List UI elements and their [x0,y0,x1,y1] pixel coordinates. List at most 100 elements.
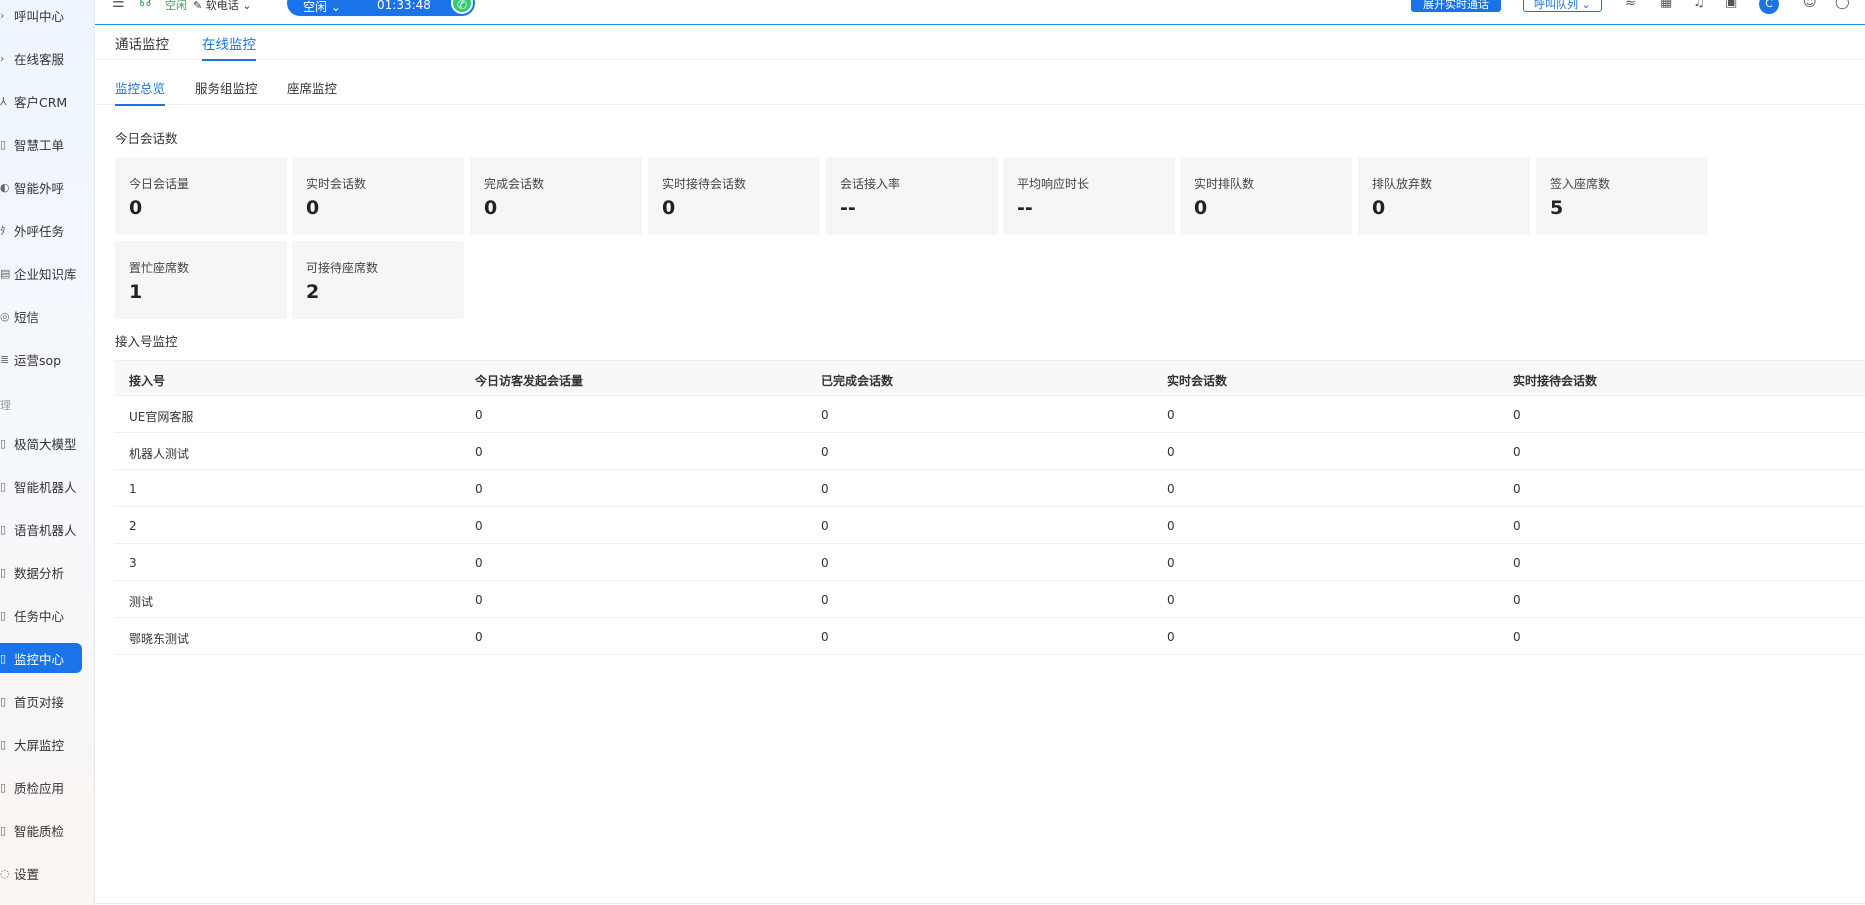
stat-label: 实时接待会话数 [662,177,747,191]
stat-label: 实时排队数 [1194,177,1255,191]
monitor-icon: ▯ [0,651,7,665]
tab-online-monitor[interactable]: 在线监控 [202,33,256,61]
headset-icon: ☊ [139,0,152,10]
status-pill[interactable]: 空闲 ⌄ 01:33:48 ✆ [287,0,475,16]
stat-value: 0 [129,197,143,219]
table-body: UE官网客服 0 0 0 0 机器人测试 0 0 0 0 1 0 0 0 0 2 0 0 0 0 3 0 0 0 0 测试 0 0 0 0… [115,396,1865,655]
table-cell: 鄂晓东测试 [129,632,190,646]
message-icon[interactable]: ▣ [1725,0,1737,10]
sidebar-item-label: 智慧工单 [14,137,65,153]
table-cell: UE官网客服 [129,410,194,424]
call-queue-dropdown[interactable]: 呼叫队列 ⌄ [1523,0,1602,12]
power-icon[interactable]: ◯ [1835,0,1850,10]
stat-card: 实时排队数 0 [1180,157,1352,235]
sidebar-item-home[interactable]: ▯ 首页对接 [0,686,82,716]
sidebar-item-label: 语音机器人 [14,522,77,538]
subtab-service-group[interactable]: 服务组监控 [195,78,258,104]
sidebar-item-label: 短信 [14,309,40,325]
table-cell: 0 [1513,556,1521,570]
table-cell: 机器人测试 [129,447,190,461]
phone-icon: ◐ [0,180,10,194]
table-cell: 测试 [129,595,154,609]
sidebar-item-flow[interactable]: ≣ 运营sop [0,344,82,374]
table-cell: 0 [475,482,483,496]
sidebar-item-label: 外呼任务 [14,223,65,239]
table-cell: 0 [1167,556,1175,570]
phone-icon[interactable]: ✆ [451,0,473,14]
stat-label: 置忙座席数 [129,261,190,275]
wifi-icon[interactable]: ≋ [1625,0,1636,10]
status-dropdown[interactable]: 空闲 ⌄ [303,0,341,15]
subtab-overview[interactable]: 监控总览 [115,78,166,106]
column-header: 接入号 [129,374,166,388]
menu-icon[interactable]: ☰ [112,0,125,11]
sidebar-item-chart[interactable]: ▯ 数据分析 [0,557,82,587]
tab-call-monitor[interactable]: 通话监控 [115,33,169,59]
sidebar-item-monitor[interactable]: ▯ 监控中心 [0,643,82,673]
stat-card: 今日会话量 0 [115,157,287,235]
stat-label: 平均响应时长 [1017,177,1090,191]
table-cell: 0 [1167,630,1175,644]
sidebar-item-task[interactable]: ﾀ 外呼任务 [0,215,82,245]
quality-icon: ▯ [0,780,7,794]
table-row: 测试 0 0 0 0 [115,581,1865,618]
table-cell: 2 [129,519,137,533]
table-cell: 1 [129,482,137,496]
avatar[interactable]: C [1759,0,1779,14]
sidebar-item-ticket[interactable]: ▯ 智慧工单 [0,129,82,159]
bell-icon[interactable]: ♫ [1693,0,1705,10]
access-table: 接入号 今日访客发起会话量 已完成会话数 实时会话数 实时接待会话数 UE官网客服 0 0 0… [115,360,1865,655]
agent-status-small: 空闲 [165,0,187,12]
table-cell: 0 [1513,593,1521,607]
table-cell: 0 [1167,519,1175,533]
sidebar-item-screen[interactable]: ▯ 大屏监控 [0,729,82,759]
table-cell: 0 [821,445,829,459]
sidebar-item-smart-quality[interactable]: ▯ 智能质检 [0,815,82,845]
table-cell: 0 [475,630,483,644]
sidebar-item-chevron[interactable]: › 在线客服 [0,43,82,73]
today-sessions-title: 今日会话数 [115,131,178,146]
column-header: 今日访客发起会话量 [475,374,584,388]
stat-label: 排队放弃数 [1372,177,1433,191]
column-header: 实时接待会话数 [1513,374,1598,388]
sidebar-item-chevron[interactable]: › 呼叫中心 [0,0,82,30]
sidebar-item-person[interactable]: ⅄ 客户CRM [0,86,82,116]
user-icon[interactable]: ☺ [1803,0,1817,10]
table-cell: 0 [1167,408,1175,422]
table-cell: 0 [1167,482,1175,496]
stat-label: 会话接入率 [840,177,901,191]
softphone-dropdown[interactable]: ✎ 软电话 ⌄ [193,0,251,13]
main-tabs: 通话监控 在线监控 [95,25,1865,61]
stat-card: 平均响应时长 -- [1003,157,1175,235]
stat-value: 0 [306,197,320,219]
sidebar-item-voice-robot[interactable]: ▯ 语音机器人 [0,514,82,544]
sidebar-item-model[interactable]: ▯ 极简大模型 [0,428,82,458]
table-cell: 0 [1513,445,1521,459]
realtime-call-button[interactable]: 展开实时通话 [1411,0,1501,12]
table-cell: 0 [475,519,483,533]
sidebar-item-settings[interactable]: ◌ 设置 [0,858,82,888]
stat-label: 可接待座席数 [306,261,379,275]
task-center-icon: ▯ [0,608,7,622]
sidebar-item-label: 智能机器人 [14,479,77,495]
subtab-agent[interactable]: 座席监控 [287,78,337,104]
keyboard-icon[interactable]: ▦ [1660,0,1672,10]
table-cell: 3 [129,556,137,570]
table-cell: 0 [1513,630,1521,644]
table-cell: 0 [475,593,483,607]
stat-card: 置忙座席数 1 [115,241,287,319]
sidebar-item-label: 设置 [14,866,40,882]
sidebar-item-message[interactable]: ◎ 短信 [0,301,82,331]
stat-label: 签入座席数 [1550,177,1611,191]
sidebar-item-task-center[interactable]: ▯ 任务中心 [0,600,82,630]
sidebar-item-robot[interactable]: ▯ 智能机器人 [0,471,82,501]
stat-card: 排队放弃数 0 [1358,157,1530,235]
model-icon: ▯ [0,436,7,450]
table-cell: 0 [821,519,829,533]
chevron-icon: › [0,8,5,22]
sidebar-item-book[interactable]: ▤ 企业知识库 [0,258,82,288]
sidebar-item-phone[interactable]: ◐ 智能外呼 [0,172,82,202]
sidebar-item-label: 智能质检 [14,823,65,839]
table-cell: 0 [821,482,829,496]
sidebar-item-quality[interactable]: ▯ 质检应用 [0,772,82,802]
